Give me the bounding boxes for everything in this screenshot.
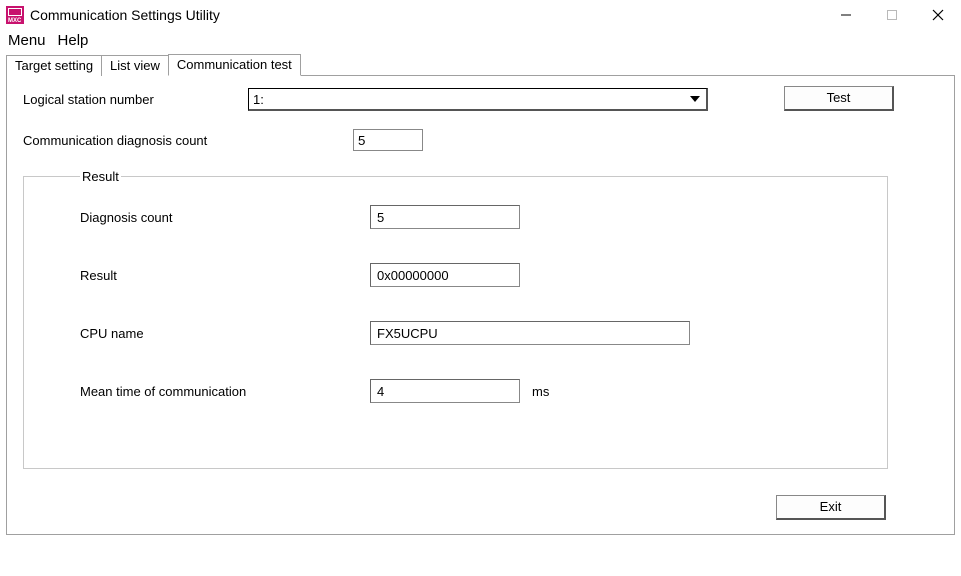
test-button[interactable]: Test [784,86,894,111]
mean-time-unit: ms [532,384,549,399]
result-diag-count-value: 5 [370,205,520,229]
minimize-button[interactable] [823,0,869,30]
logical-station-label: Logical station number [23,92,248,107]
mean-time-label: Mean time of communication [80,384,370,399]
result-legend: Result [80,169,121,184]
app-icon: MXC [6,6,24,24]
diagnosis-count-label: Communication diagnosis count [23,133,353,148]
chevron-down-icon [686,91,704,107]
result-diag-count-label: Diagnosis count [80,210,370,225]
diagnosis-count-input[interactable] [353,129,423,151]
window-title: Communication Settings Utility [30,7,823,23]
client-area: Target setting List view Communication t… [0,53,961,541]
titlebar: MXC Communication Settings Utility [0,0,961,30]
menubar: Menu Help [0,30,961,53]
result-code-label: Result [80,268,370,283]
tab-communication-test[interactable]: Communication test [168,54,301,76]
tabstrip: Target setting List view Communication t… [6,53,955,75]
result-code-value: 0x00000000 [370,263,520,287]
menu-help[interactable]: Help [58,32,89,49]
window-controls [823,0,961,30]
mean-time-value: 4 [370,379,520,403]
tab-list-view[interactable]: List view [101,55,169,76]
cpu-name-label: CPU name [80,326,370,341]
logical-station-select[interactable]: 1: [248,88,708,111]
tab-target-setting[interactable]: Target setting [6,55,102,76]
maximize-button [869,0,915,30]
logical-station-value: 1: [253,92,264,107]
cpu-name-value: FX5UCPU [370,321,690,345]
svg-text:MXC: MXC [8,18,22,24]
result-group: Result Diagnosis count 5 Result 0x000000… [23,169,888,469]
exit-button[interactable]: Exit [776,495,886,520]
menu-menu[interactable]: Menu [8,32,46,49]
close-button[interactable] [915,0,961,30]
tab-panel-communication-test: Test Logical station number 1: Communica… [6,75,955,535]
